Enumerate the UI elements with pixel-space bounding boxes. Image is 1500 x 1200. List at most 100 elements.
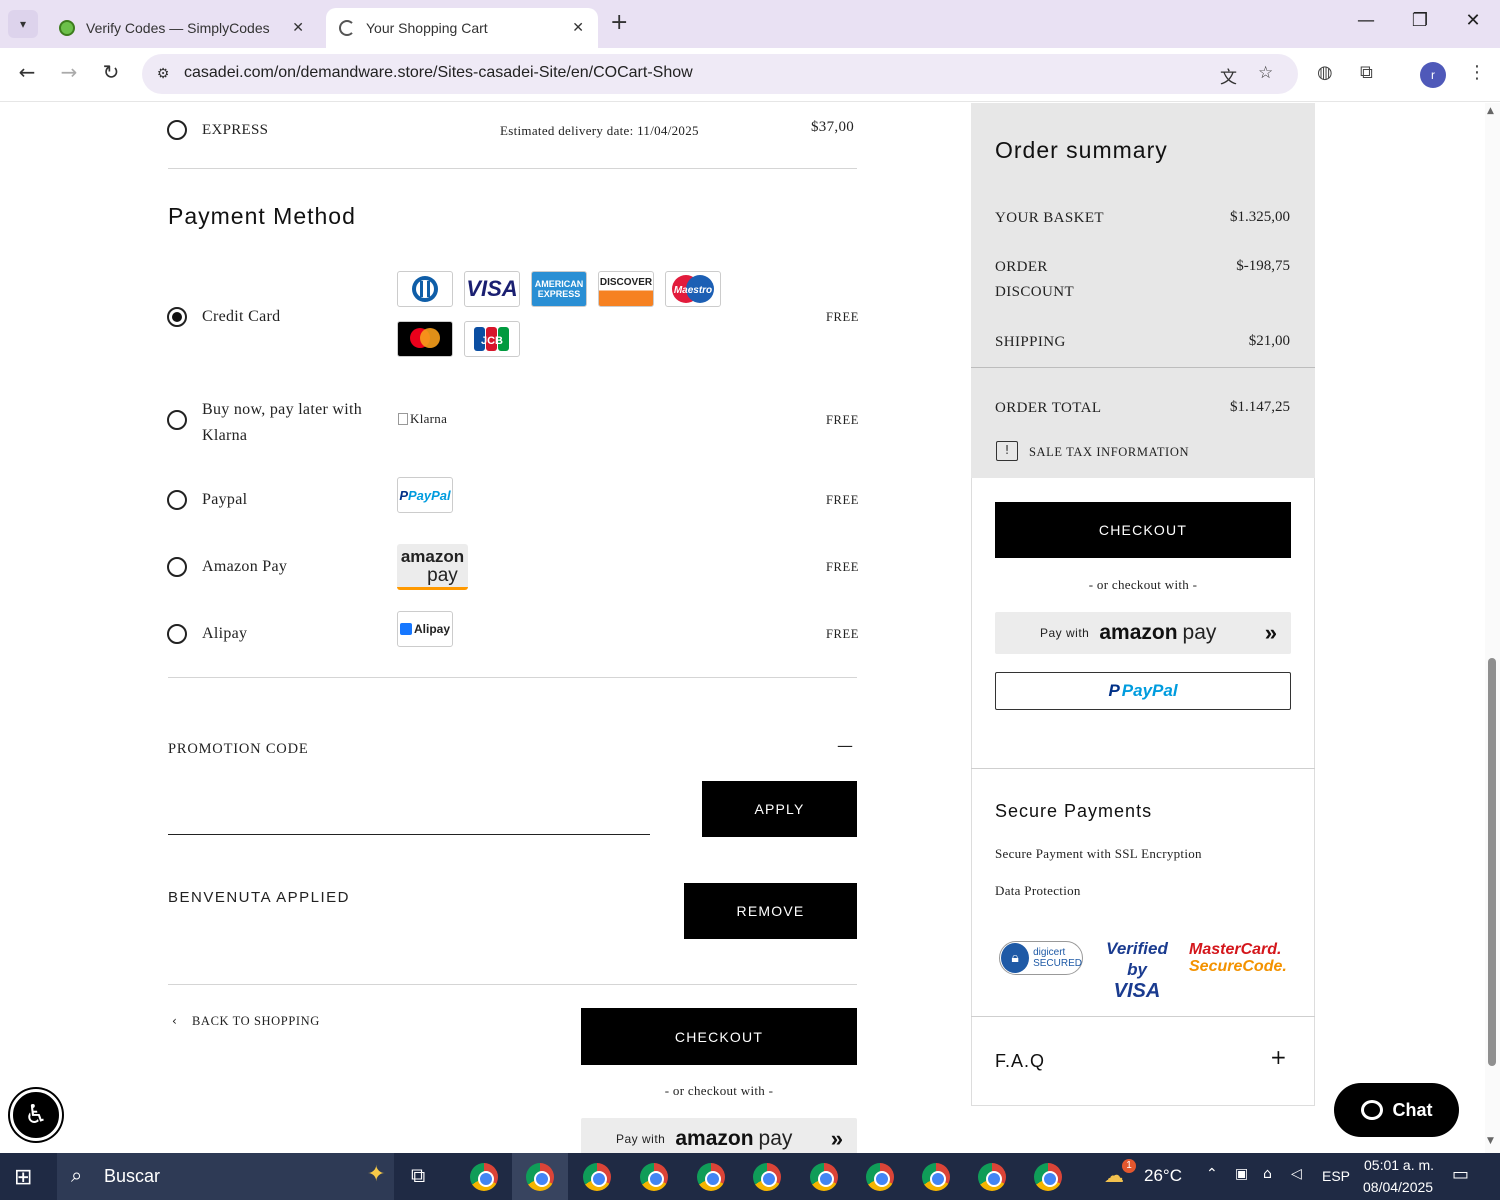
chrome-profile-icon[interactable] xyxy=(583,1163,611,1191)
chat-button[interactable]: Chat xyxy=(1334,1083,1459,1137)
extension-globe-icon[interactable]: ◍ xyxy=(1317,62,1333,83)
pay-wordmark: pay xyxy=(427,564,458,586)
forward-arrow-icon[interactable]: → xyxy=(54,60,84,84)
jcb-logo: JCB xyxy=(464,321,520,357)
chrome-profile-icon[interactable] xyxy=(810,1163,838,1191)
input-language[interactable]: ESP xyxy=(1322,1168,1350,1184)
clock-time[interactable]: 05:01 a. m. xyxy=(1364,1157,1434,1173)
diners-club-logo xyxy=(397,271,453,307)
back-chevron-icon[interactable]: ‹ xyxy=(172,1014,177,1028)
double-chevron-icon: » xyxy=(1264,620,1277,645)
notifications-icon[interactable]: ▭ xyxy=(1452,1164,1469,1185)
amazon-pay-button-sidebar[interactable]: Pay with amazon pay » xyxy=(995,612,1291,654)
close-tab-icon[interactable]: ✕ xyxy=(572,20,584,36)
faq-title[interactable]: F.A.Q xyxy=(995,1051,1045,1072)
network-icon[interactable]: ⌂ xyxy=(1263,1166,1272,1182)
scrollbar-thumb[interactable] xyxy=(1488,658,1496,1066)
alipay-fee: FREE xyxy=(826,627,859,641)
expand-plus-icon[interactable]: + xyxy=(1270,1045,1288,1069)
windows-start-icon[interactable]: ⊞ xyxy=(14,1165,32,1190)
chrome-profile-icon[interactable] xyxy=(922,1163,950,1191)
tab-verify-codes[interactable]: Verify Codes — SimplyCodes ✕ xyxy=(46,8,318,48)
task-view-icon[interactable]: ⧉ xyxy=(411,1163,425,1187)
visa-text: VISA xyxy=(1113,980,1161,1002)
tab-title: Verify Codes — SimplyCodes xyxy=(86,20,270,36)
chrome-profile-icon[interactable] xyxy=(697,1163,725,1191)
show-hidden-icons-chevron-icon[interactable]: ⌃ xyxy=(1206,1166,1218,1182)
chrome-profile-icon[interactable] xyxy=(1034,1163,1062,1191)
chrome-profile-icon[interactable] xyxy=(866,1163,894,1191)
copilot-sparkle-icon: ✦ xyxy=(367,1162,386,1187)
back-to-shopping-link[interactable]: BACK TO SHOPPING xyxy=(192,1014,320,1029)
back-arrow-icon[interactable]: ← xyxy=(12,60,42,84)
meet-now-icon[interactable]: ▣ xyxy=(1235,1166,1248,1182)
credit-card-radio[interactable] xyxy=(167,307,187,327)
secure-payments-title: Secure Payments xyxy=(995,801,1153,821)
paypal-fee: FREE xyxy=(826,493,859,507)
address-bar[interactable]: ⚙ casadei.com/on/demandware.store/Sites-… xyxy=(142,54,1298,94)
more-menu-icon[interactable]: ⋮ xyxy=(1468,62,1486,83)
express-shipping-radio[interactable] xyxy=(167,120,187,140)
volume-icon[interactable]: ◁ xyxy=(1291,1166,1302,1182)
translate-icon[interactable]: 文 xyxy=(1220,63,1237,88)
url-text[interactable]: casadei.com/on/demandware.store/Sites-ca… xyxy=(184,64,693,82)
order-total-label: ORDER TOTAL xyxy=(995,400,1102,416)
pay-wordmark: pay xyxy=(758,1127,793,1150)
pay-with-text: Pay with xyxy=(616,1132,666,1146)
bookmark-star-icon[interactable]: ☆ xyxy=(1258,63,1273,83)
scroll-up-arrow-icon[interactable]: ▲ xyxy=(1487,106,1494,116)
promotion-code-input[interactable] xyxy=(168,793,650,835)
reload-icon[interactable]: ↻ xyxy=(96,60,126,84)
klarna-radio[interactable] xyxy=(167,410,187,430)
amazon-pay-button-main[interactable]: Pay with amazon pay » xyxy=(581,1118,857,1153)
chrome-profile-icon[interactable] xyxy=(753,1163,781,1191)
taskbar-search[interactable]: ⌕ Buscar ✦ xyxy=(57,1153,394,1200)
apply-button[interactable]: APPLY xyxy=(702,781,857,837)
chrome-profile-icon[interactable] xyxy=(470,1163,498,1191)
sale-tax-information-link[interactable]: SALE TAX INFORMATION xyxy=(1029,445,1189,460)
search-placeholder: Buscar xyxy=(104,1166,161,1186)
amazon-wordmark: amazon xyxy=(675,1127,754,1150)
tab-title: Your Shopping Cart xyxy=(366,20,488,36)
amazon-pay-radio[interactable] xyxy=(167,557,187,577)
chrome-profile-icon[interactable] xyxy=(978,1163,1006,1191)
temperature[interactable]: 26°C xyxy=(1144,1166,1182,1186)
collapse-minus-icon[interactable]: — xyxy=(837,736,853,755)
remove-button[interactable]: REMOVE xyxy=(684,883,857,939)
pay-wordmark: pay xyxy=(1182,621,1217,644)
clock-date[interactable]: 08/04/2025 xyxy=(1363,1179,1433,1195)
chrome-profile-icon[interactable] xyxy=(526,1163,554,1191)
close-tab-icon[interactable]: ✕ xyxy=(292,20,304,36)
tab-shopping-cart[interactable]: Your Shopping Cart ✕ xyxy=(326,8,598,48)
ssl-encryption-text: Secure Payment with SSL Encryption xyxy=(995,846,1202,861)
checkout-button-sidebar[interactable]: CHECKOUT xyxy=(995,502,1291,558)
paypal-label: Paypal xyxy=(202,491,248,508)
accessibility-icon[interactable]: ♿︎ xyxy=(10,1089,62,1141)
paypal-button[interactable]: P PayPal xyxy=(995,672,1291,710)
site-info-icon[interactable]: ⚙ xyxy=(152,63,174,85)
new-tab-plus-icon[interactable]: + xyxy=(610,10,628,35)
secured-text: SECURED xyxy=(1033,958,1082,969)
scroll-down-arrow-icon[interactable]: ▼ xyxy=(1487,1136,1494,1146)
checkout-panel xyxy=(971,478,1315,1106)
paypal-radio[interactable] xyxy=(167,490,187,510)
weather-icon[interactable]: ☁ xyxy=(1104,1163,1124,1187)
alipay-radio[interactable] xyxy=(167,624,187,644)
browser-toolbar: ← → ↻ ⚙ casadei.com/on/demandware.store/… xyxy=(0,48,1500,102)
extensions-puzzle-icon[interactable]: ⧉ xyxy=(1360,62,1373,83)
profile-avatar[interactable]: r xyxy=(1420,62,1446,88)
digicert-text: digicert xyxy=(1033,947,1066,958)
chrome-profile-icon[interactable] xyxy=(640,1163,668,1191)
checkout-button-main[interactable]: CHECKOUT xyxy=(581,1008,857,1065)
loading-spinner-icon xyxy=(338,19,356,37)
or-checkout-with-text: - or checkout with - xyxy=(1088,577,1198,592)
verified-by-visa-badge: Verified by VISA xyxy=(1096,939,1178,1003)
basket-label: YOUR BASKET xyxy=(995,210,1104,226)
klarna-logo-broken: Klarna xyxy=(398,411,447,427)
restore-window-icon[interactable]: ❐ xyxy=(1405,10,1435,31)
info-icon[interactable]: ! xyxy=(996,441,1018,461)
tab-search-chevron-icon[interactable]: ▾ xyxy=(8,10,38,38)
minimize-icon[interactable]: — xyxy=(1351,10,1381,31)
maestro-logo: Maestro xyxy=(665,271,721,307)
close-window-icon[interactable]: ✕ xyxy=(1458,10,1488,31)
